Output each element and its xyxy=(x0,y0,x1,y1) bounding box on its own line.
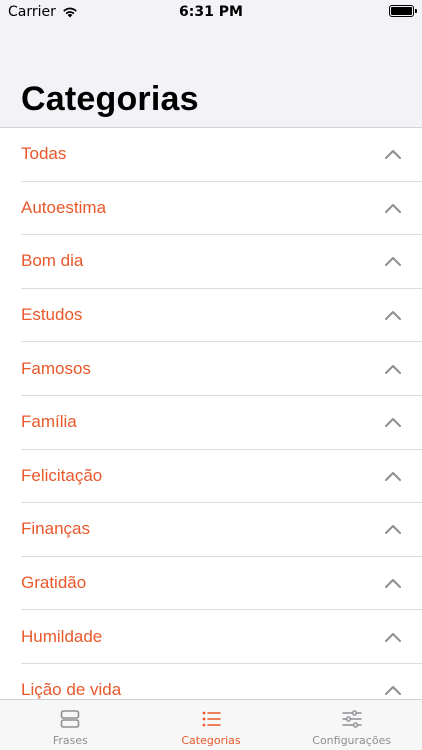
list-item[interactable]: Lição de vida xyxy=(21,664,422,699)
chevron-up-icon xyxy=(385,150,401,160)
list-item[interactable]: Bom dia xyxy=(21,235,422,289)
chevron-up-icon xyxy=(385,686,401,696)
status-bar: Carrier 6:31 PM xyxy=(0,0,422,24)
sliders-icon xyxy=(341,710,362,728)
category-label: Finanças xyxy=(21,519,90,539)
chevron-up-icon xyxy=(385,471,401,481)
tab-bar: Frases Categorias Configurações xyxy=(0,699,422,750)
chevron-up-icon xyxy=(385,632,401,642)
category-label: Todas xyxy=(21,144,67,164)
chevron-up-icon xyxy=(385,203,401,213)
list-item[interactable]: Finanças xyxy=(21,503,422,557)
tab-frases[interactable]: Frases xyxy=(0,700,141,750)
navigation-header: Categorias xyxy=(0,24,422,128)
list-item[interactable]: Gratidão xyxy=(21,557,422,611)
chevron-up-icon xyxy=(385,311,401,321)
list-item[interactable]: Estudos xyxy=(21,289,422,343)
category-label: Autoestima xyxy=(21,197,107,217)
list-item[interactable]: Todas xyxy=(21,128,422,182)
list-item[interactable]: Famosos xyxy=(21,342,422,396)
chevron-up-icon xyxy=(385,418,401,428)
tab-label: Categorias xyxy=(181,734,241,747)
list-item[interactable]: Felicitação xyxy=(21,450,422,504)
category-label: Lição de vida xyxy=(21,680,122,699)
tab-configuracoes[interactable]: Configurações xyxy=(281,700,422,750)
clock: 6:31 PM xyxy=(179,4,243,20)
tab-categorias[interactable]: Categorias xyxy=(141,700,282,750)
list-item[interactable]: Autoestima xyxy=(21,182,422,236)
category-label: Bom dia xyxy=(21,251,84,271)
chevron-up-icon xyxy=(385,525,401,535)
category-label: Gratidão xyxy=(21,573,87,593)
list-item[interactable]: Humildade xyxy=(21,610,422,664)
chevron-up-icon xyxy=(385,257,401,267)
tab-label: Frases xyxy=(52,734,88,747)
list-icon xyxy=(202,711,221,727)
category-label: Felicitação xyxy=(21,465,103,485)
category-label: Humildade xyxy=(21,626,103,646)
category-label: Famosos xyxy=(21,358,91,378)
tab-label: Configurações xyxy=(312,734,392,747)
category-list[interactable]: Todas Autoestima Bom dia Estudos Famosos… xyxy=(0,128,422,699)
category-label: Família xyxy=(21,412,77,432)
list-item[interactable]: Família xyxy=(21,396,422,450)
chevron-up-icon xyxy=(385,579,401,589)
page-title: Categorias xyxy=(21,80,199,118)
chevron-up-icon xyxy=(385,364,401,374)
battery-icon xyxy=(389,5,417,17)
category-label: Estudos xyxy=(21,305,83,325)
cards-icon xyxy=(61,710,80,728)
